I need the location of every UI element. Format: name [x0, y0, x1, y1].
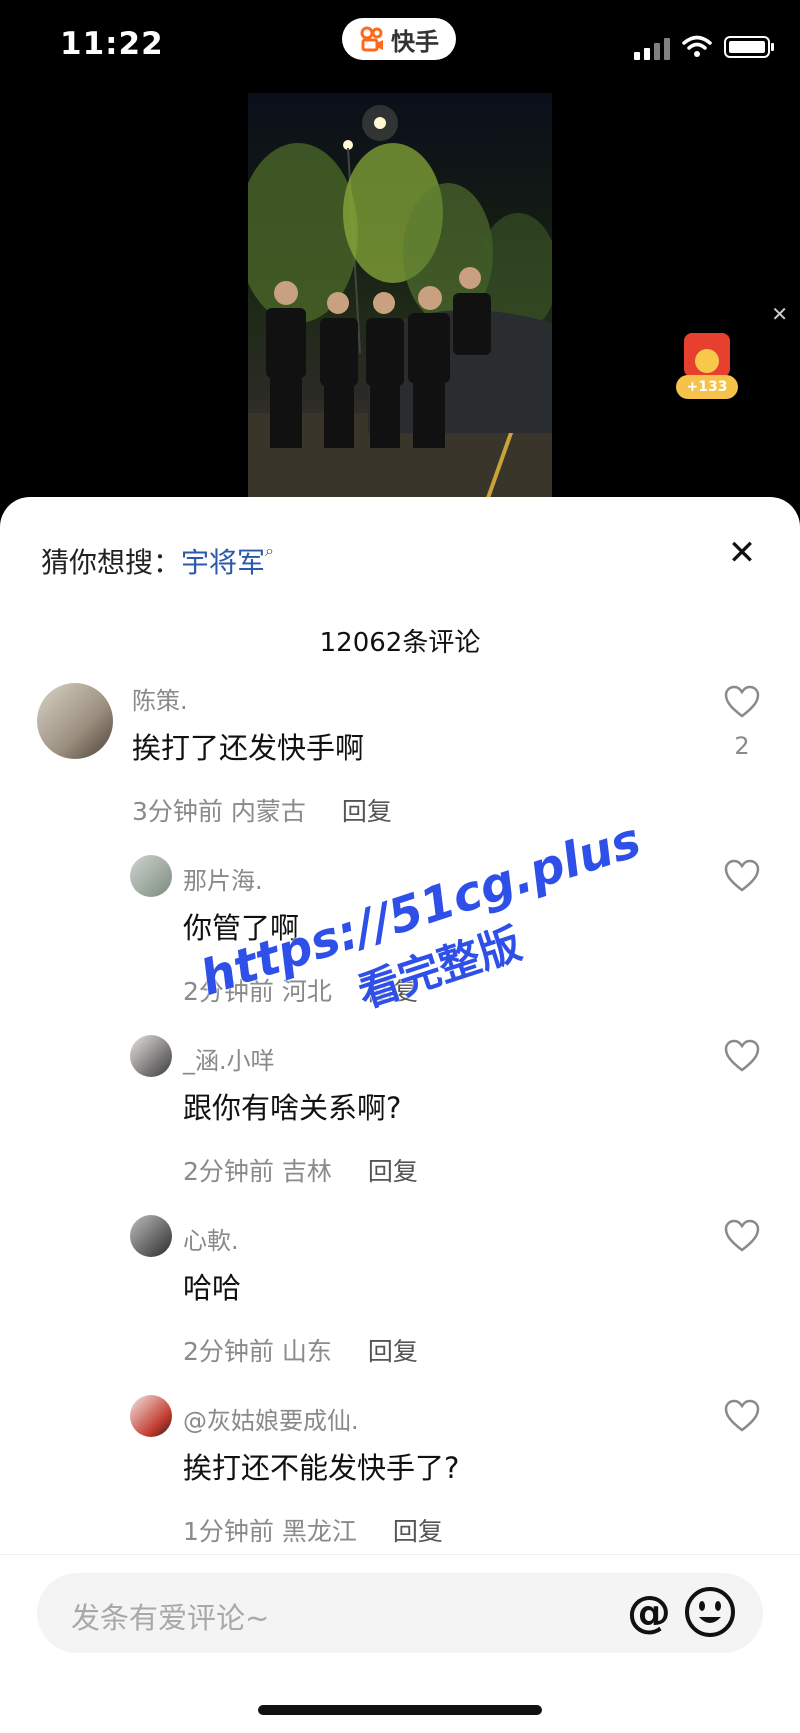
- reply-button[interactable]: 回复: [368, 1337, 418, 1366]
- suggest-prefix: 猜你想搜：: [41, 546, 182, 579]
- heart-icon[interactable]: [724, 1399, 760, 1433]
- heart-icon[interactable]: [724, 1039, 760, 1073]
- comment-text: 跟你有啥关系啊?: [183, 1091, 402, 1125]
- app-badge-label: 快手: [391, 27, 439, 56]
- avatar[interactable]: [130, 1395, 172, 1437]
- comment-user[interactable]: 那片海.: [183, 861, 263, 896]
- comment-region: 吉林: [281, 1157, 332, 1186]
- comment-composer: 发条有爱评论~ @: [0, 1554, 800, 1675]
- avatar[interactable]: [130, 855, 172, 897]
- comment-input[interactable]: 发条有爱评论~ @: [37, 1573, 763, 1653]
- heart-icon[interactable]: [724, 685, 760, 719]
- red-envelope-widget[interactable]: +133: [676, 333, 738, 403]
- comment-meta: 2分钟前 吉林 回复: [183, 1152, 418, 1188]
- at-icon[interactable]: @: [627, 1587, 671, 1638]
- comment-time: 2分钟前: [183, 1157, 274, 1186]
- sheet-close-button[interactable]: ✕: [722, 533, 762, 573]
- reply-button[interactable]: 回复: [393, 1517, 443, 1546]
- coin-icon: [695, 349, 719, 373]
- avatar[interactable]: [130, 1215, 172, 1257]
- comment-count: 12062条评论: [319, 628, 481, 658]
- reply-button[interactable]: 回复: [368, 1157, 418, 1186]
- video-player[interactable]: [248, 93, 552, 498]
- comment-input-placeholder: 发条有爱评论~: [71, 1601, 270, 1635]
- comment-region: 黑龙江: [281, 1517, 357, 1546]
- comment-text: 挨打还不能发快手了?: [183, 1451, 460, 1485]
- comment-sheet: 猜你想搜：宇将军⌕ ✕ 12062条评论 陈策. 挨打了还发快手啊 3分钟前 内…: [0, 497, 800, 1733]
- search-suggestion[interactable]: 猜你想搜：宇将军⌕: [41, 541, 274, 581]
- comment-time: 3分钟前: [132, 797, 223, 826]
- avatar[interactable]: [130, 1035, 172, 1077]
- reply-button[interactable]: 回复: [342, 797, 392, 826]
- close-icon[interactable]: ✕: [771, 302, 788, 326]
- status-bar: 11:22 快手: [0, 0, 800, 95]
- comment-meta: 1分钟前 黑龙江 回复: [183, 1512, 443, 1548]
- comment-user[interactable]: 心軟.: [183, 1221, 239, 1256]
- battery-icon: [724, 36, 774, 58]
- comment-meta: 2分钟前 山东 回复: [183, 1332, 418, 1368]
- kuaishou-logo-icon: [360, 26, 383, 52]
- comment-time: 2分钟前: [183, 1337, 274, 1366]
- comment-meta: 3分钟前 内蒙古 回复: [132, 792, 392, 828]
- wifi-icon: [682, 35, 712, 57]
- comment-region: 山东: [281, 1337, 332, 1366]
- comment-user[interactable]: @灰姑娘要成仙.: [183, 1401, 359, 1436]
- comment-text: 哈哈: [183, 1271, 242, 1305]
- comment-text: 挨打了还发快手啊: [132, 731, 365, 765]
- search-icon: ⌕: [265, 541, 274, 560]
- reward-count: +133: [676, 375, 738, 399]
- comment-time: 1分钟前: [183, 1517, 274, 1546]
- app-badge[interactable]: 快手: [342, 18, 456, 60]
- heart-icon[interactable]: [724, 859, 760, 893]
- video-frame-image: [248, 105, 552, 498]
- heart-icon[interactable]: [724, 1219, 760, 1253]
- comment-user[interactable]: 陈策.: [132, 681, 188, 716]
- avatar[interactable]: [37, 683, 113, 759]
- suggest-keyword[interactable]: 宇将军: [181, 546, 265, 579]
- comment-region: 内蒙古: [230, 797, 306, 826]
- like-count: 2: [734, 732, 750, 760]
- emoji-icon[interactable]: [683, 1585, 737, 1639]
- home-indicator[interactable]: [258, 1705, 542, 1715]
- status-time: 11:22: [60, 26, 164, 62]
- signal-icon: [634, 38, 670, 60]
